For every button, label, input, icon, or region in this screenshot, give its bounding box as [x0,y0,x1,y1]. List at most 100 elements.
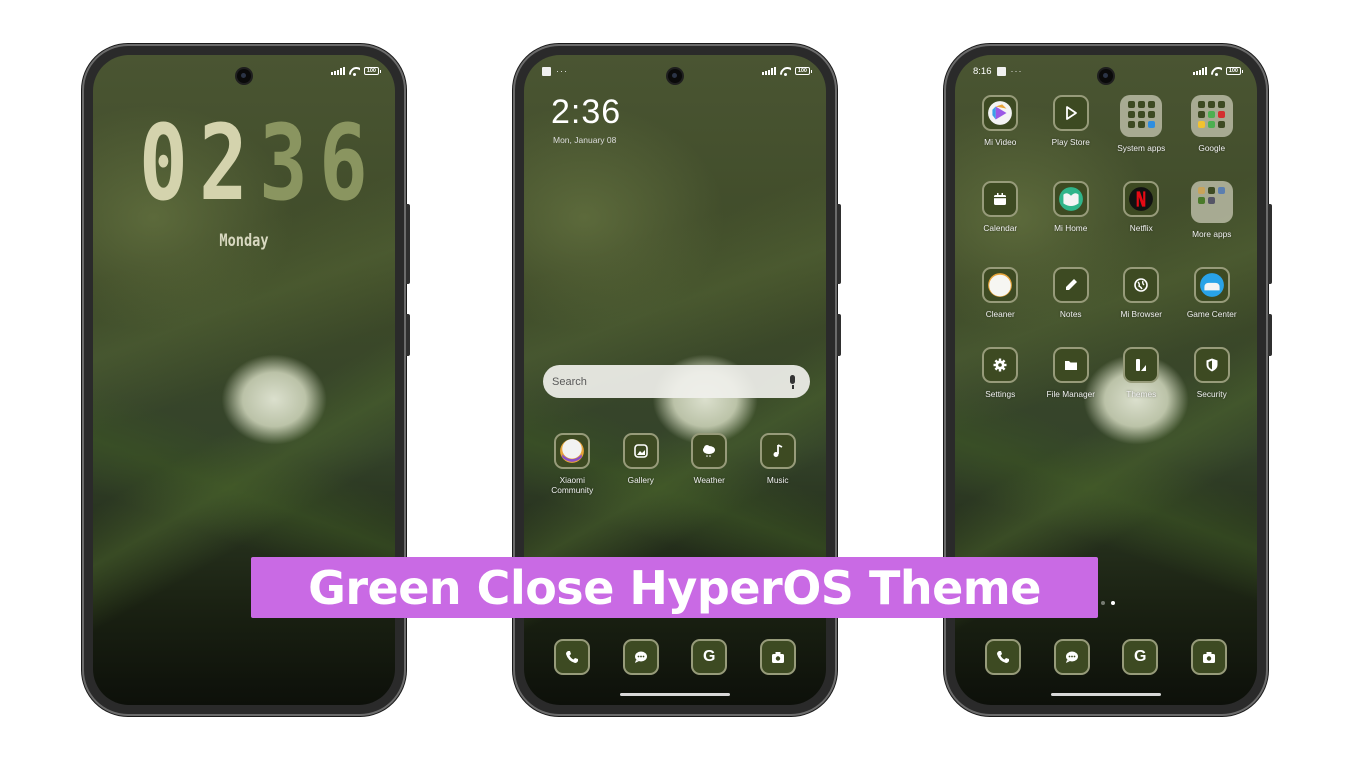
folder-system-apps[interactable]: System apps [1106,95,1177,153]
cleaner-icon [982,267,1019,303]
file-manager-icon [1052,347,1089,383]
mic-icon[interactable] [789,374,796,389]
dock-phone[interactable] [538,639,607,675]
phone-icon [985,639,1022,675]
app-gallery[interactable]: Gallery [607,433,676,495]
mi-home-icon [1052,181,1089,217]
app-grid: Mi Video Play Store System apps Google C… [965,95,1247,399]
app-cleaner[interactable]: Cleaner [965,267,1036,319]
notification-icon [542,66,551,76]
app-netflix[interactable]: Netflix [1106,181,1177,239]
signal-icon [1192,67,1207,75]
folder-more-apps[interactable]: More apps [1177,181,1248,239]
wifi-icon [1211,67,1222,76]
clock-widget-date: Mon, January 08 [553,135,617,145]
battery-icon: 100 [363,67,382,75]
folder-icon [1190,95,1233,137]
app-weather[interactable]: Weather [675,433,744,495]
app-play-store[interactable]: Play Store [1036,95,1107,153]
app-row: Xiaomi Community Gallery Weather Music [538,433,812,495]
app-label: Mi Video [984,137,1017,147]
app-mi-home[interactable]: Mi Home [1036,181,1107,239]
app-game-center[interactable]: Game Center [1177,267,1248,319]
app-label: Mi Browser [1120,309,1163,319]
volume-button [837,204,841,284]
lock-clock: 0 2 3 6 [139,103,375,223]
clock-hour-ones: 2 [199,102,248,224]
volume-button [406,204,410,284]
home-indicator[interactable] [1051,693,1161,696]
more-notifications-icon: ··· [556,66,568,76]
theme-preview: 100 0 2 3 6 Monday ··· 100 2:36 Mon, Jan… [0,0,1350,762]
folder-icon [1190,181,1233,223]
dock-messages[interactable] [607,639,676,675]
app-calendar[interactable]: Calendar [965,181,1036,239]
app-label: More apps [1192,229,1232,239]
app-label: Music [766,475,789,485]
notes-icon [1052,267,1089,303]
search-placeholder: Search [552,375,587,388]
dock-phone[interactable] [969,639,1038,675]
dock-google[interactable]: G [1106,639,1175,675]
folder-icon [1120,95,1163,137]
app-label: Cleaner [985,309,1015,319]
search-bar[interactable]: Search [543,365,810,398]
app-settings[interactable]: Settings [965,347,1036,399]
camera-icon [759,639,796,675]
wifi-icon [780,67,791,76]
gallery-icon [622,433,659,469]
dock-google[interactable]: G [675,639,744,675]
status-time: 8:16 [973,65,992,77]
app-label: Xiaomi Community [551,475,594,495]
page-indicator[interactable] [1101,601,1115,605]
clock-minute-ones: 6 [319,102,368,224]
app-xiaomi-community[interactable]: Xiaomi Community [538,433,607,495]
dock: G [969,639,1243,675]
mi-video-icon [982,95,1019,131]
clock-minute-tens: 3 [259,102,308,224]
xiaomi-community-icon [554,433,591,469]
dock-messages[interactable] [1038,639,1107,675]
dock: G [538,639,812,675]
app-mi-browser[interactable]: Mi Browser [1106,267,1177,319]
app-themes[interactable]: Themes [1106,347,1177,399]
music-icon [759,433,796,469]
app-label: Weather [693,475,725,485]
phone-icon [554,639,591,675]
camera-icon [1190,639,1227,675]
app-label: Security [1196,389,1227,399]
title-banner: Green Close HyperOS Theme [251,557,1098,618]
app-security[interactable]: Security [1177,347,1248,399]
app-mi-video[interactable]: Mi Video [965,95,1036,153]
settings-icon [982,347,1019,383]
play-store-icon [1052,95,1089,131]
page-dot-active[interactable] [1111,601,1115,605]
app-label: Netflix [1129,223,1153,233]
signal-icon [761,67,776,75]
weather-icon [691,433,728,469]
clock-widget-time[interactable]: 2:36 [551,93,621,132]
app-label: File Manager [1046,389,1095,399]
security-icon [1193,347,1230,383]
app-label: Settings [985,389,1016,399]
home-indicator[interactable] [620,693,730,696]
folder-google[interactable]: Google [1177,95,1248,153]
game-center-icon [1193,267,1230,303]
netflix-icon [1123,181,1160,217]
app-music[interactable]: Music [744,433,813,495]
app-label: Gallery [627,475,654,485]
lock-day: Monday [219,231,269,251]
dock-camera[interactable] [1175,639,1244,675]
themes-icon [1123,347,1160,383]
status-bar: 8:16 ··· 100 [973,64,1244,78]
page-dot[interactable] [1101,601,1105,605]
app-notes[interactable]: Notes [1036,267,1107,319]
app-label: Calendar [983,223,1018,233]
app-label: Mi Home [1054,223,1088,233]
app-label: Game Center [1186,309,1237,319]
dock-camera[interactable] [744,639,813,675]
app-file-manager[interactable]: File Manager [1036,347,1107,399]
banner-title: Green Close HyperOS Theme [308,560,1041,615]
messages-icon [622,639,659,675]
google-icon: G [1122,639,1159,675]
